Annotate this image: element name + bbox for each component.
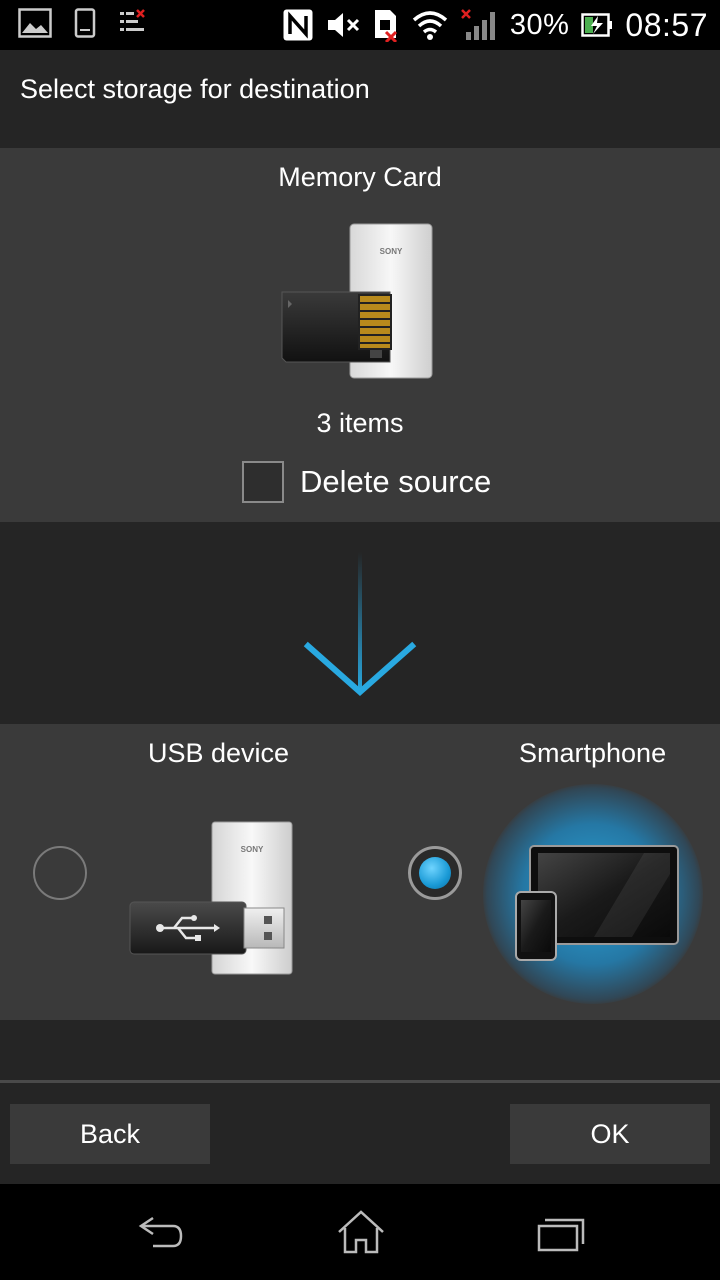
battery-percent: 30% bbox=[509, 8, 570, 41]
usb-device-radio[interactable] bbox=[33, 846, 87, 900]
radio-selected-dot bbox=[419, 857, 451, 889]
usb-drive-icon[interactable]: SONY bbox=[126, 820, 296, 976]
svg-text:SONY: SONY bbox=[241, 845, 264, 854]
destination-panel: USB device Smartphone SONY bbox=[0, 724, 720, 1020]
mute-icon bbox=[327, 13, 359, 37]
usb-device-label: USB device bbox=[148, 738, 290, 768]
gallery-icon bbox=[18, 8, 52, 38]
status-bar: 30% 08:57 bbox=[0, 0, 720, 50]
source-label: Memory Card bbox=[278, 162, 442, 192]
sync-error-icon bbox=[120, 9, 145, 31]
smartphone-radio[interactable] bbox=[408, 846, 462, 900]
items-count: 3 items bbox=[316, 408, 404, 438]
delete-source-option[interactable]: Delete source bbox=[242, 460, 491, 504]
smartphone-tablet-icon[interactable] bbox=[514, 844, 680, 964]
spacer bbox=[0, 1020, 720, 1082]
memory-card-icon: SONY bbox=[281, 223, 433, 379]
recent-apps-icon[interactable] bbox=[531, 1206, 591, 1258]
no-sim-icon bbox=[374, 10, 397, 42]
page-title: Select storage for destination bbox=[20, 74, 370, 104]
wifi-icon bbox=[412, 11, 448, 40]
ok-button[interactable]: OK bbox=[510, 1104, 710, 1164]
transfer-direction bbox=[0, 522, 720, 724]
battery-charging-icon bbox=[581, 13, 613, 37]
nfc-icon bbox=[283, 9, 313, 41]
source-panel: Memory Card SONY 3 items Delete source bbox=[0, 148, 720, 522]
down-arrow-icon bbox=[303, 552, 417, 697]
back-button[interactable]: Back bbox=[10, 1104, 210, 1164]
phone-storage-icon bbox=[74, 8, 96, 38]
smartphone-label: Smartphone bbox=[519, 738, 667, 768]
signal-icon bbox=[460, 9, 495, 40]
svg-text:SONY: SONY bbox=[380, 247, 403, 256]
clock: 08:57 bbox=[625, 6, 708, 43]
header: Select storage for destination bbox=[0, 50, 720, 148]
navigation-bar bbox=[0, 1184, 720, 1280]
button-bar: Back OK bbox=[0, 1083, 720, 1184]
home-icon[interactable] bbox=[331, 1206, 391, 1258]
delete-source-label: Delete source bbox=[300, 464, 492, 499]
back-icon[interactable] bbox=[131, 1206, 191, 1258]
delete-source-checkbox[interactable] bbox=[242, 461, 284, 503]
